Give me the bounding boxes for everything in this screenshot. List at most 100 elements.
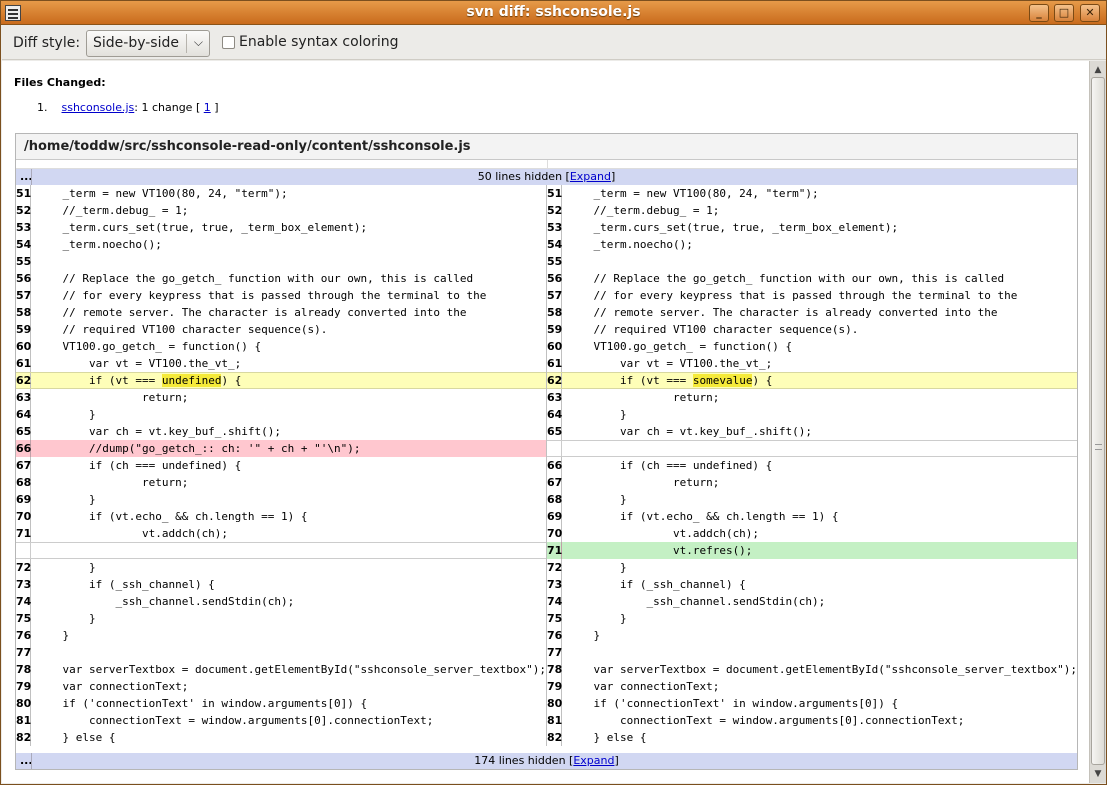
column-divider xyxy=(546,406,547,423)
diff-row: 81 connectionText = window.arguments[0].… xyxy=(16,712,1077,729)
scrollbar-thumb[interactable] xyxy=(1091,77,1105,765)
column-divider xyxy=(546,202,547,219)
line-number: 73 xyxy=(547,576,563,593)
right-side: 82 } else { xyxy=(547,729,1077,746)
toolbar: Diff style: Side-by-side ⌵ Enable syntax… xyxy=(2,26,1106,60)
scroll-up-icon[interactable]: ▲ xyxy=(1091,63,1105,77)
diff-row: 76 } 76 } xyxy=(16,627,1077,644)
code-line: // remote server. The character is alrea… xyxy=(567,306,998,319)
line-number: 65 xyxy=(16,423,32,440)
close-button[interactable]: ✕ xyxy=(1080,4,1100,22)
files-changed-item: 1. sshconsole.js: 1 change [ 1 ] xyxy=(37,101,219,114)
diff-style-label: Diff style: xyxy=(13,35,81,51)
left-side: 77 xyxy=(16,644,546,661)
right-side: 71 vt.refres(); xyxy=(547,542,1077,559)
code-line: vt.refres(); xyxy=(567,544,753,557)
line-number: 69 xyxy=(16,491,32,508)
title-bar[interactable]: svn diff: sshconsole.js _ □ ✕ xyxy=(1,1,1106,25)
code-line: connectionText = window.arguments[0].con… xyxy=(36,714,434,727)
expand-link-top[interactable]: Expand xyxy=(570,170,611,183)
code-line: vt.addch(ch); xyxy=(567,527,760,540)
code-line: // required VT100 character sequence(s). xyxy=(567,323,859,336)
left-side: 76 } xyxy=(16,627,546,644)
code-line: if ('connectionText' in window.arguments… xyxy=(567,697,899,710)
line-number: 64 xyxy=(547,406,563,423)
line-number: 75 xyxy=(547,610,563,627)
code-line: } xyxy=(36,493,96,506)
code-line: } xyxy=(36,561,96,574)
vertical-scrollbar[interactable]: ▲ ▼ xyxy=(1089,61,1106,783)
file-path: /home/toddw/src/sshconsole-read-only/con… xyxy=(24,139,471,154)
code-line: if (_ssh_channel) { xyxy=(36,578,215,591)
minimize-button[interactable]: _ xyxy=(1029,4,1049,22)
column-divider xyxy=(546,593,547,610)
maximize-icon: □ xyxy=(1058,6,1070,19)
right-side: 67 return; xyxy=(547,474,1077,491)
right-side: 74 _ssh_channel.sendStdin(ch); xyxy=(547,593,1077,610)
line-number xyxy=(16,543,31,560)
right-side: 77 xyxy=(547,644,1077,661)
line-number: 60 xyxy=(547,338,563,355)
file-link[interactable]: sshconsole.js xyxy=(62,101,135,114)
change-link[interactable]: 1 xyxy=(204,101,211,114)
syntax-coloring-checkbox[interactable] xyxy=(222,36,235,49)
code-line: if (vt === somevalue) { xyxy=(563,373,1077,388)
code-line: } xyxy=(36,408,96,421)
diff-window: svn diff: sshconsole.js _ □ ✕ Diff style… xyxy=(0,0,1107,785)
line-number: 78 xyxy=(547,661,563,678)
diff-row: 78 var serverTextbox = document.getEleme… xyxy=(16,661,1077,678)
line-number: 59 xyxy=(16,321,32,338)
line-number: 71 xyxy=(547,542,563,559)
column-divider xyxy=(546,440,547,457)
diff-row: 71 vt.addch(ch); 70 vt.addch(ch); xyxy=(16,525,1077,542)
column-divider xyxy=(546,695,547,712)
code-line: } else { xyxy=(36,731,116,744)
left-side: 81 connectionText = window.arguments[0].… xyxy=(16,712,546,729)
scroll-down-icon[interactable]: ▼ xyxy=(1091,767,1105,781)
right-side: 73 if (_ssh_channel) { xyxy=(547,576,1077,593)
expand-link-bottom[interactable]: Expand xyxy=(573,754,614,767)
diff-style-select[interactable]: Side-by-side ⌵ xyxy=(86,30,210,57)
maximize-button[interactable]: □ xyxy=(1054,4,1074,22)
diff-content[interactable]: Files Changed: 1. sshconsole.js: 1 chang… xyxy=(2,61,1089,783)
code-line: // required VT100 character sequence(s). xyxy=(36,323,328,336)
window-title: svn diff: sshconsole.js xyxy=(466,4,641,20)
grip-icon xyxy=(1095,444,1102,450)
line-number: 67 xyxy=(16,457,32,474)
code-line: if (_ssh_channel) { xyxy=(567,578,746,591)
line-number: 72 xyxy=(16,559,32,576)
line-number: 66 xyxy=(16,440,32,457)
syntax-coloring-label[interactable]: Enable syntax coloring xyxy=(239,34,399,50)
diff-row: 51 _term = new VT100(80, 24, "term"); 51 … xyxy=(16,185,1077,202)
right-side: 75 } xyxy=(547,610,1077,627)
diff-row: 82 } else {82 } else { xyxy=(16,729,1077,746)
column-divider xyxy=(546,661,547,678)
line-number: 61 xyxy=(547,355,563,372)
code-line: return; xyxy=(36,391,189,404)
code-line: _term.curs_set(true, true, _term_box_ele… xyxy=(567,221,899,234)
code-line: var serverTextbox = document.getElementB… xyxy=(36,663,546,676)
right-side: 65 var ch = vt.key_buf_.shift(); xyxy=(547,423,1077,440)
column-divider xyxy=(546,525,547,542)
code-line: var ch = vt.key_buf_.shift(); xyxy=(36,425,282,438)
code-line: var connectionText; xyxy=(567,680,720,693)
left-side: 61 var vt = VT100.the_vt_; xyxy=(16,355,546,372)
code-text: ) { xyxy=(221,374,242,387)
line-number: 59 xyxy=(547,321,563,338)
line-number xyxy=(547,441,562,458)
line-number: 54 xyxy=(16,236,32,253)
column-divider xyxy=(546,678,547,695)
combo-separator xyxy=(186,34,187,53)
line-number: 58 xyxy=(547,304,563,321)
left-side: 60 VT100.go_getch_ = function() { xyxy=(16,338,546,355)
column-divider xyxy=(546,338,547,355)
code-line: _ssh_channel.sendStdin(ch); xyxy=(36,595,295,608)
column-divider xyxy=(546,644,547,661)
diff-row: 65 var ch = vt.key_buf_.shift(); 65 var c… xyxy=(16,423,1077,440)
line-number: 82 xyxy=(547,729,563,746)
line-number: 57 xyxy=(547,287,563,304)
code-line: } xyxy=(567,629,601,642)
line-number: 72 xyxy=(547,559,563,576)
left-side: 63 return; xyxy=(16,389,546,406)
